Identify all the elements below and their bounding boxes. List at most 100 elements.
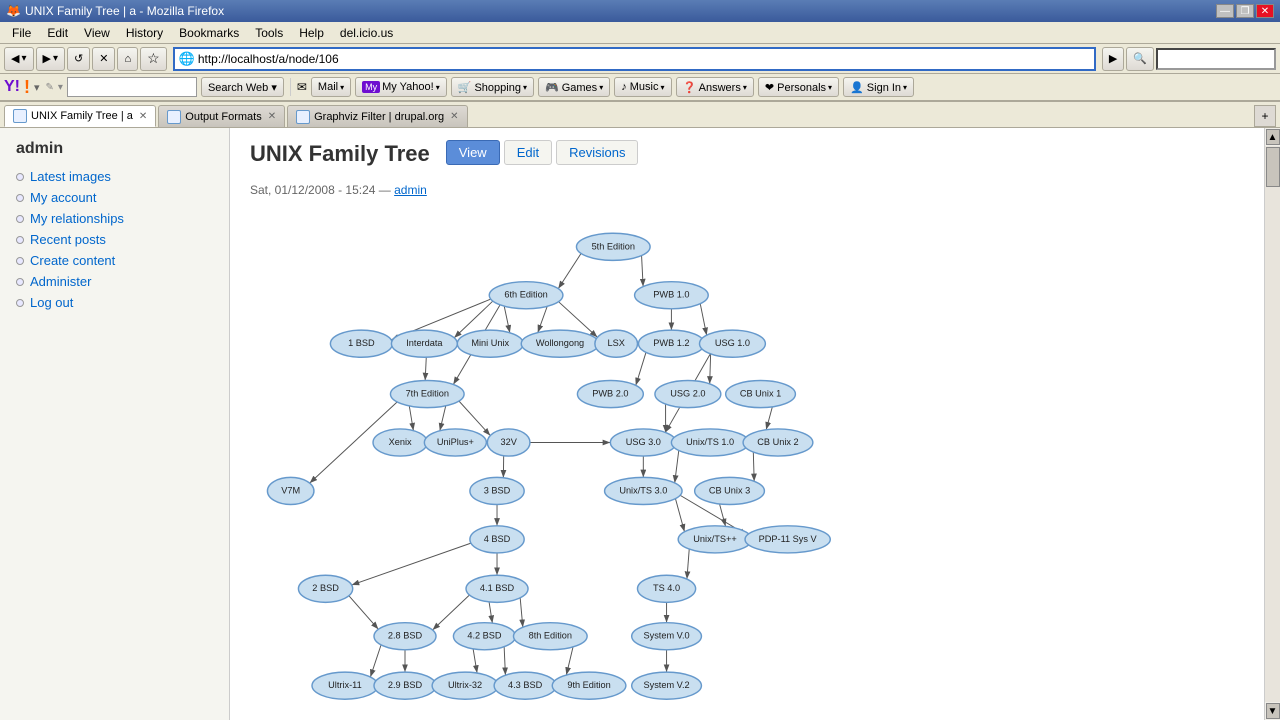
revisions-tab[interactable]: Revisions (556, 140, 638, 165)
menu-history[interactable]: History (118, 24, 171, 42)
scroll-up-button[interactable]: ▲ (1266, 129, 1280, 145)
my-relationships-link[interactable]: My relationships (30, 211, 124, 226)
action-tabs: View Edit Revisions (446, 140, 639, 165)
music-button[interactable]: ♪ Music ▾ (614, 77, 671, 97)
bullet-icon (16, 215, 24, 223)
svg-text:USG 2.0: USG 2.0 (670, 389, 705, 399)
search-icon-btn[interactable]: 🔍 (1126, 47, 1154, 71)
myyahoo-button[interactable]: My My Yahoo! ▾ (355, 77, 447, 97)
latest-images-link[interactable]: Latest images (30, 169, 111, 184)
back-button[interactable]: ◀ ▾ (4, 47, 34, 71)
graph-container: .gnode ellipse { fill: #c9dff0; stroke: … (250, 209, 1244, 720)
svg-text:PWB 1.2: PWB 1.2 (653, 338, 689, 348)
svg-text:LSX: LSX (608, 338, 625, 348)
tab-label-3: Graphviz Filter | drupal.org (314, 111, 444, 123)
svg-text:System V.2: System V.2 (643, 680, 689, 690)
sidebar-username: admin (0, 136, 229, 166)
svg-text:System V.0: System V.0 (643, 631, 689, 641)
sidebar-item-create-content[interactable]: Create content (0, 250, 229, 271)
tab-output-formats[interactable]: Output Formats ✕ (158, 105, 285, 127)
tab-close-1[interactable]: ✕ (139, 111, 147, 122)
tab-icon-3 (296, 110, 310, 124)
stop-button[interactable]: ✕ (92, 47, 115, 71)
forward-button[interactable]: ▶ ▾ (36, 47, 66, 71)
pencil-dropdown[interactable]: ▾ (58, 82, 63, 93)
close-button[interactable]: ✕ (1256, 4, 1274, 18)
svg-text:4.1 BSD: 4.1 BSD (480, 583, 515, 593)
sidebar-item-log-out[interactable]: Log out (0, 292, 229, 313)
recent-posts-link[interactable]: Recent posts (30, 232, 106, 247)
svg-text:USG 1.0: USG 1.0 (715, 338, 750, 348)
post-by: — (379, 183, 394, 197)
yahoo-search-input[interactable] (67, 77, 197, 97)
forward-dropdown[interactable]: ▾ (53, 53, 58, 64)
tab-label-1: UNIX Family Tree | a (31, 110, 133, 122)
bullet-icon (16, 299, 24, 307)
lock-icon: 🌐 (179, 51, 195, 67)
menu-tools[interactable]: Tools (247, 24, 291, 42)
menu-bookmarks[interactable]: Bookmarks (171, 24, 247, 42)
bookmark-star[interactable]: ☆ (140, 47, 167, 71)
bullet-icon (16, 194, 24, 202)
sidebar-item-my-account[interactable]: My account (0, 187, 229, 208)
menu-edit[interactable]: Edit (39, 24, 76, 42)
menu-view[interactable]: View (76, 24, 118, 42)
svg-text:CB Unix 3: CB Unix 3 (709, 485, 750, 495)
administer-link[interactable]: Administer (30, 274, 91, 289)
tab-close-3[interactable]: ✕ (450, 111, 458, 122)
menu-file[interactable]: File (4, 24, 39, 42)
menu-delicious[interactable]: del.icio.us (332, 24, 401, 42)
sidebar-item-administer[interactable]: Administer (0, 271, 229, 292)
window-controls: — ❐ ✕ (1216, 4, 1274, 18)
svg-text:CB Unix 2: CB Unix 2 (757, 437, 798, 447)
svg-text:2.8 BSD: 2.8 BSD (388, 631, 423, 641)
svg-text:TS 4.0: TS 4.0 (653, 583, 680, 593)
address-input[interactable] (198, 52, 1090, 66)
signin-button[interactable]: 👤 Sign In ▾ (843, 77, 914, 97)
restore-button[interactable]: ❐ (1236, 4, 1254, 18)
answers-button[interactable]: ❓ Answers ▾ (676, 77, 754, 97)
new-tab-button[interactable]: + (1254, 105, 1276, 127)
scroll-track[interactable] (1265, 146, 1280, 702)
sidebar-item-my-relationships[interactable]: My relationships (0, 208, 229, 229)
edit-tab[interactable]: Edit (504, 140, 552, 165)
minimize-button[interactable]: — (1216, 4, 1234, 18)
view-tab[interactable]: View (446, 140, 500, 165)
search-input[interactable] (1156, 48, 1276, 70)
svg-text:UniPlus+: UniPlus+ (437, 437, 474, 447)
sidebar-item-recent-posts[interactable]: Recent posts (0, 229, 229, 250)
bullet-icon (16, 236, 24, 244)
create-content-link[interactable]: Create content (30, 253, 115, 268)
svg-text:4 BSD: 4 BSD (484, 534, 511, 544)
scrollbar[interactable]: ▲ ▼ (1264, 128, 1280, 720)
go-button[interactable]: ▶ (1102, 47, 1124, 71)
svg-text:V7M: V7M (281, 485, 300, 495)
scroll-down-button[interactable]: ▼ (1266, 703, 1280, 719)
home-button[interactable]: ⌂ (117, 47, 138, 71)
svg-text:9th Edition: 9th Edition (567, 680, 610, 690)
post-author[interactable]: admin (394, 183, 427, 197)
bullet-icon (16, 278, 24, 286)
svg-text:4.3 BSD: 4.3 BSD (508, 680, 543, 690)
pencil-icon: ✎ (46, 82, 54, 93)
scroll-thumb[interactable] (1266, 147, 1280, 187)
svg-text:Ultrix-32: Ultrix-32 (448, 680, 482, 690)
personals-button[interactable]: ❤ Personals ▾ (758, 77, 839, 97)
menu-help[interactable]: Help (291, 24, 332, 42)
address-bar[interactable]: 🌐 (173, 47, 1096, 71)
my-account-link[interactable]: My account (30, 190, 96, 205)
games-button[interactable]: 🎮 Games ▾ (538, 77, 610, 97)
back-dropdown[interactable]: ▾ (21, 53, 26, 64)
mail-button[interactable]: Mail ▾ (311, 77, 351, 97)
menubar: File Edit View History Bookmarks Tools H… (0, 22, 1280, 44)
reload-button[interactable]: ↺ (67, 47, 90, 71)
svg-text:Interdata: Interdata (406, 338, 443, 348)
tab-graphviz-filter[interactable]: Graphviz Filter | drupal.org ✕ (287, 105, 467, 127)
sidebar-item-latest-images[interactable]: Latest images (0, 166, 229, 187)
search-web-button[interactable]: Search Web ▾ (201, 77, 284, 97)
main-layout: admin Latest images My account My relati… (0, 128, 1280, 720)
log-out-link[interactable]: Log out (30, 295, 73, 310)
tab-unix-family-tree[interactable]: UNIX Family Tree | a ✕ (4, 105, 156, 127)
shopping-button[interactable]: 🛒 Shopping ▾ (451, 77, 534, 97)
tab-close-2[interactable]: ✕ (268, 111, 276, 122)
